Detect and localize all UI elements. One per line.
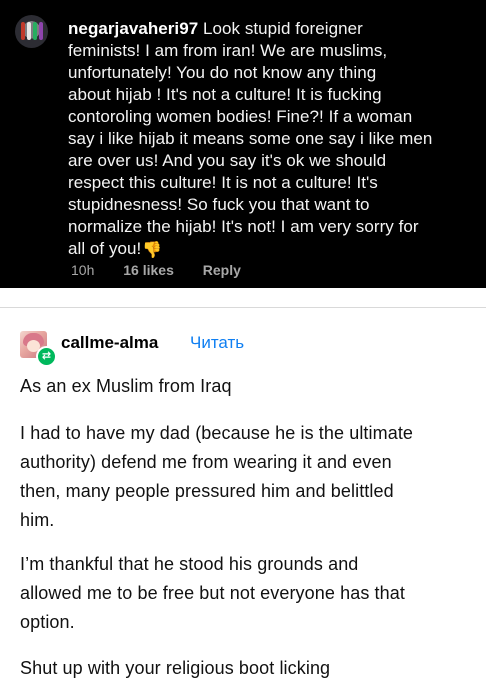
poster-username[interactable]: callme-alma <box>61 333 158 353</box>
commenter-avatar[interactable] <box>15 15 48 48</box>
comment-line: unfortunately! You do not know any thing <box>68 63 377 82</box>
follow-button[interactable]: Читать <box>190 333 244 353</box>
post-line: authority) defend me from wearing it and… <box>20 452 392 472</box>
comment-line: negarjavaheri97 Look stupid foreigner <box>68 18 478 40</box>
comment-time: 10h <box>71 262 95 278</box>
post-line: him. <box>20 510 55 530</box>
divider <box>0 307 486 308</box>
thumbs-down-icon: 👎 <box>142 242 163 259</box>
comment-line: stupidnesness! So fuck you that want to <box>68 195 370 214</box>
comment-line: contoroling women bodies! Fine?! If a wo… <box>68 107 413 126</box>
comment-line-text: Look stupid foreigner <box>203 19 363 38</box>
post-paragraph: Shut up with your religious boot licking <box>20 654 470 683</box>
comment-line: feminists! I am from iran! We are muslim… <box>68 41 388 60</box>
comment-line: say i like hijab it means some one say i… <box>68 129 433 148</box>
comment-screenshot: negarjavaheri97 Look stupid foreigner fe… <box>0 0 486 288</box>
comment-line: normalize the hijab! It's not! I am very… <box>68 217 419 236</box>
post-paragraph: I had to have my dad (because he is the … <box>20 419 470 535</box>
post-line: Shut up with your religious boot licking <box>20 658 331 678</box>
post-paragraph: I’m thankful that he stood his grounds a… <box>20 550 470 637</box>
comment-line: respect this culture! It is not a cultur… <box>68 173 378 192</box>
comment-line: all of you!👎 <box>68 238 478 262</box>
post-line: As an ex Muslim from Iraq <box>20 376 232 396</box>
post-paragraph: As an ex Muslim from Iraq <box>20 372 470 401</box>
post-line: I had to have my dad (because he is the … <box>20 423 414 443</box>
reply-button[interactable]: Reply <box>203 262 241 278</box>
comment-text: negarjavaheri97 Look stupid foreigner fe… <box>68 18 478 262</box>
comment-line: are over us! And you say it's ok we shou… <box>68 151 387 170</box>
avatar-stripe <box>27 22 31 40</box>
post-line: option. <box>20 612 75 632</box>
comment-likes[interactable]: 16 likes <box>123 262 174 278</box>
avatar-stripe <box>39 22 43 40</box>
comment-line-text: all of you! <box>68 239 142 258</box>
reblog-icon: ⇄ <box>36 346 57 367</box>
comment-line: about hijab ! It's not a culture! It is … <box>68 85 382 104</box>
post-line: I’m thankful that he stood his grounds a… <box>20 554 359 574</box>
comment-meta: 10h 16 likes Reply <box>71 262 266 278</box>
avatar-stripe <box>33 22 37 40</box>
avatar-stripe <box>21 22 25 40</box>
post-line: then, many people pressured him and beli… <box>20 481 394 501</box>
commenter-username[interactable]: negarjavaheri97 <box>68 19 198 38</box>
post-line: allowed me to be free but not everyone h… <box>20 583 405 603</box>
